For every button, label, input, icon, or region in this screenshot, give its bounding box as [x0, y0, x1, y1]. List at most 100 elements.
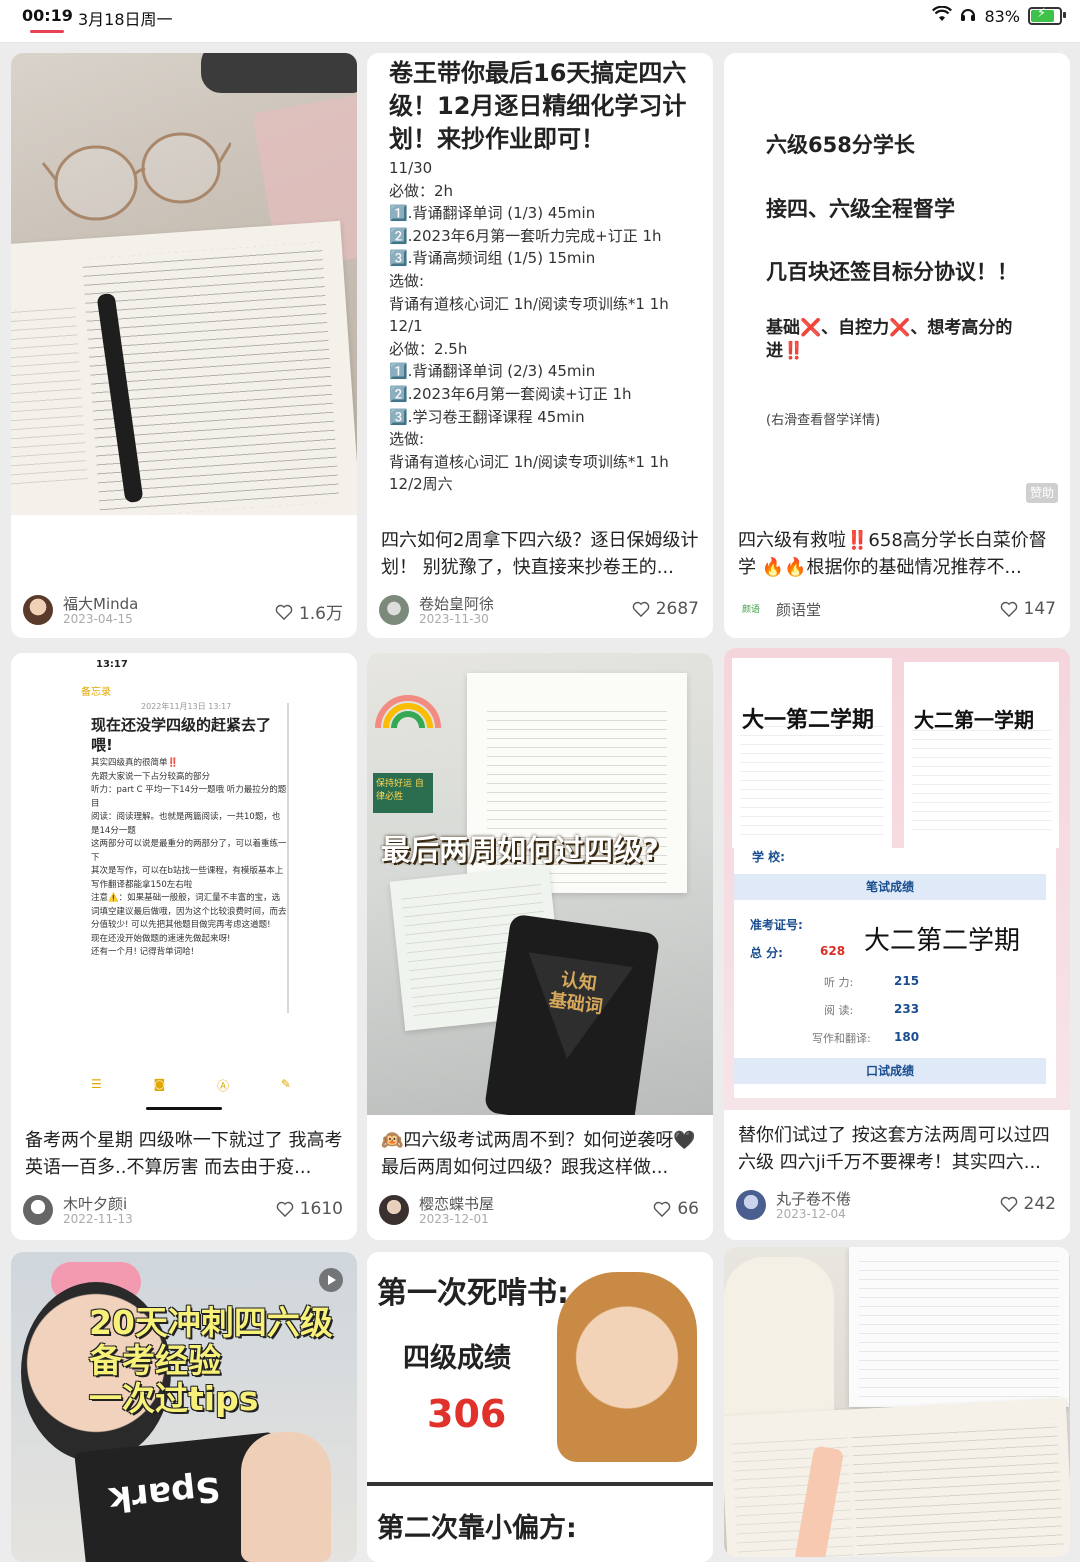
statue-image: [557, 1272, 697, 1462]
heart-icon: [1000, 601, 1017, 617]
card-cover-image[interactable]: 第一次死啃书: 四级成绩 306 第二次靠小偏方:: [367, 1252, 713, 1562]
like-button[interactable]: 1.6万: [275, 599, 343, 624]
feed-card[interactable]: 六级658分学长 接四、六级全程督学 几百块还签目标分协议！！ 基础❌、自控力❌…: [724, 53, 1070, 638]
hand-image: [241, 1432, 331, 1562]
total-score: 628: [820, 944, 846, 958]
feed-card[interactable]: 大一第二学期 大二第一学期 学 校: 笔试成绩 准考证号: 大二第二学期 总 分…: [724, 648, 1070, 1240]
headphones-icon: [960, 6, 976, 26]
score-screenshot-right: [904, 662, 1059, 848]
cover-line: 第二次靠小偏方:: [377, 1513, 577, 1544]
card-cover-image[interactable]: [11, 53, 357, 515]
like-button[interactable]: 2687: [632, 599, 699, 619]
like-count: 2687: [655, 599, 699, 619]
status-date: 3月18日周一: [78, 10, 173, 29]
pouch-image: [201, 53, 357, 93]
card-title[interactable]: 备考两个星期 四级咻一下就过了 我高考英语一百多..不算厉害 而去由于疫...: [25, 1127, 343, 1181]
memo-body: 其实四级真的很简单‼️ 先跟大家说一下占分较高的部分 听力：part C 平均一…: [91, 758, 287, 957]
brand-logo-icon[interactable]: 颜语: [736, 595, 766, 625]
post-date: 2022-11-13: [63, 1212, 133, 1226]
status-time: 00:19: [22, 6, 73, 25]
cover-overlay-title: 20天冲刺四六级 备考经验 一次过tips: [89, 1303, 333, 1418]
swipe-hint: (右滑查看督学详情): [766, 413, 881, 428]
writing-label: 写作和翻译:: [812, 1032, 871, 1045]
card-meta: 卷始皇阿徐 2023-11-30 2687: [379, 593, 699, 629]
feed-card[interactable]: 保持好运 自律必胜 最后两周如何过四级? 认知 基础词 🙉四六级考试两周不到？如…: [367, 653, 713, 1240]
writing-score: 180: [894, 1030, 920, 1044]
avatar[interactable]: [379, 1195, 409, 1225]
card-meta: 樱恋蝶书屋 2023-12-01 66: [379, 1193, 699, 1229]
feed-card[interactable]: [724, 1247, 1070, 1557]
card-title[interactable]: 🙉四六级考试两周不到？如何逆袭呀🖤最后两周如何过四级？跟我这样做...: [381, 1127, 699, 1181]
listening-score: 215: [894, 974, 920, 988]
sponsored-badge: 赞助: [1026, 483, 1058, 503]
compose-icon: ✎: [280, 1077, 291, 1091]
checklist-icon: ☰: [91, 1077, 102, 1091]
avatar[interactable]: [23, 1195, 53, 1225]
video-play-icon[interactable]: [319, 1268, 343, 1292]
oral-score-header: 口试成绩: [734, 1058, 1046, 1084]
card-cover-image[interactable]: 六级658分学长 接四、六级全程督学 几百块还签目标分协议！！ 基础❌、自控力❌…: [724, 53, 1070, 515]
memo-date: 2022年11月13日 13:17: [141, 702, 232, 711]
card-cover-image[interactable]: 卷王带你最后16天搞定四六级！12月逐日精细化学习计划！来抄作业即可！ 11/3…: [367, 53, 713, 515]
author-name[interactable]: 丸子卷不倦: [776, 1188, 851, 1209]
card-title[interactable]: 四六级有救啦‼️658高分学长白菜价督学 🔥🔥根据你的基础情况推荐不...: [738, 527, 1056, 581]
feed-card[interactable]: 福大Minda 2023-04-15 1.6万: [11, 53, 357, 638]
author-name[interactable]: 颜语堂: [776, 599, 821, 620]
feed-card[interactable]: 卷王带你最后16天搞定四六级！12月逐日精细化学习计划！来抄作业即可！ 11/3…: [367, 53, 713, 638]
author-name[interactable]: 木叶夕颜i: [63, 1193, 127, 1214]
ticket-label: 准考证号:: [750, 918, 803, 932]
like-button[interactable]: 1610: [276, 1199, 343, 1219]
cover-line: 基础❌、自控力❌、想考高分的进‼️: [766, 318, 1013, 361]
like-button[interactable]: 242: [1000, 1194, 1056, 1214]
sticker-image: 保持好运 自律必胜: [373, 773, 433, 813]
card-cover-image[interactable]: [724, 1247, 1070, 1557]
bottle-image: [724, 1257, 834, 1437]
like-count: 242: [1023, 1194, 1056, 1214]
rainbow-sticker-icon: [373, 683, 443, 733]
tablet-image: 认知 基础词: [483, 913, 661, 1115]
like-button[interactable]: 66: [653, 1199, 699, 1219]
wifi-icon: [932, 5, 953, 26]
status-right: 83% ⚡: [932, 5, 1066, 26]
card-meta: 福大Minda 2023-04-15 1.6万: [23, 593, 343, 629]
feed-card[interactable]: Spark 20天冲刺四六级 备考经验 一次过tips: [11, 1252, 357, 1562]
glasses-image: [41, 132, 231, 221]
post-date: 2023-12-04: [776, 1207, 846, 1221]
like-button[interactable]: 147: [1000, 599, 1056, 619]
memo-heading: 现在还没学四级的赶紧去了喂!: [91, 716, 272, 754]
status-bar: 00:19 3月18日周一 83% ⚡: [0, 0, 1080, 43]
semester-label: 大二第二学期: [864, 926, 1021, 956]
feed-card[interactable]: 13:17 备忘录 2022年11月13日 13:17 现在还没学四级的赶紧去了…: [11, 653, 357, 1240]
author-name[interactable]: 福大Minda: [63, 593, 138, 614]
semester-label: 大一第二学期: [742, 708, 875, 733]
camera-icon: ◙: [153, 1077, 166, 1091]
heart-icon: [275, 604, 293, 620]
card-title[interactable]: 替你们试过了 按这套方法两周可以过四六级 四六ji千万不要裸考！其实四六...: [738, 1122, 1056, 1176]
avatar[interactable]: [736, 1190, 766, 1220]
feed-card[interactable]: 第一次死啃书: 四级成绩 306 第二次靠小偏方:: [367, 1252, 713, 1562]
cover-line: 六级658分学长: [766, 133, 915, 157]
card-cover-image[interactable]: 13:17 备忘录 2022年11月13日 13:17 现在还没学四级的赶紧去了…: [11, 653, 357, 1115]
card-cover-image[interactable]: 保持好运 自律必胜 最后两周如何过四级? 认知 基础词: [367, 653, 713, 1115]
card-cover-image[interactable]: 大一第二学期 大二第一学期 学 校: 笔试成绩 准考证号: 大二第二学期 总 分…: [724, 648, 1070, 1110]
memo-back-link: 备忘录: [81, 687, 111, 698]
active-tab-indicator: [30, 30, 64, 33]
like-count: 1.6万: [298, 604, 343, 624]
post-date: 2023-12-01: [419, 1212, 489, 1226]
heart-icon: [276, 1201, 294, 1217]
score-screenshot-left: [732, 658, 892, 848]
cover-line: 几百块还签目标分协议！！: [766, 260, 1018, 284]
post-date: 2023-11-30: [419, 612, 489, 626]
heart-icon: [1000, 1196, 1017, 1212]
cover-heading: 卷王带你最后16天搞定四六级！12月逐日精细化学习计划！来抄作业即可！: [389, 59, 687, 153]
heart-icon: [654, 1201, 671, 1217]
card-title[interactable]: 四六如何2周拿下四六级？逐日保姆级计划！ 别犹豫了，快直接来抄卷王的...: [381, 527, 699, 581]
card-cover-image[interactable]: Spark 20天冲刺四六级 备考经验 一次过tips: [11, 1252, 357, 1562]
author-name[interactable]: 卷始皇阿徐: [419, 593, 494, 614]
card-meta: 颜语 颜语堂 147: [736, 593, 1056, 629]
author-name[interactable]: 樱恋蝶书屋: [419, 1193, 494, 1214]
avatar[interactable]: [379, 595, 409, 625]
total-label: 总 分:: [750, 946, 783, 960]
written-score-header: 笔试成绩: [734, 874, 1046, 900]
avatar[interactable]: [23, 595, 53, 625]
